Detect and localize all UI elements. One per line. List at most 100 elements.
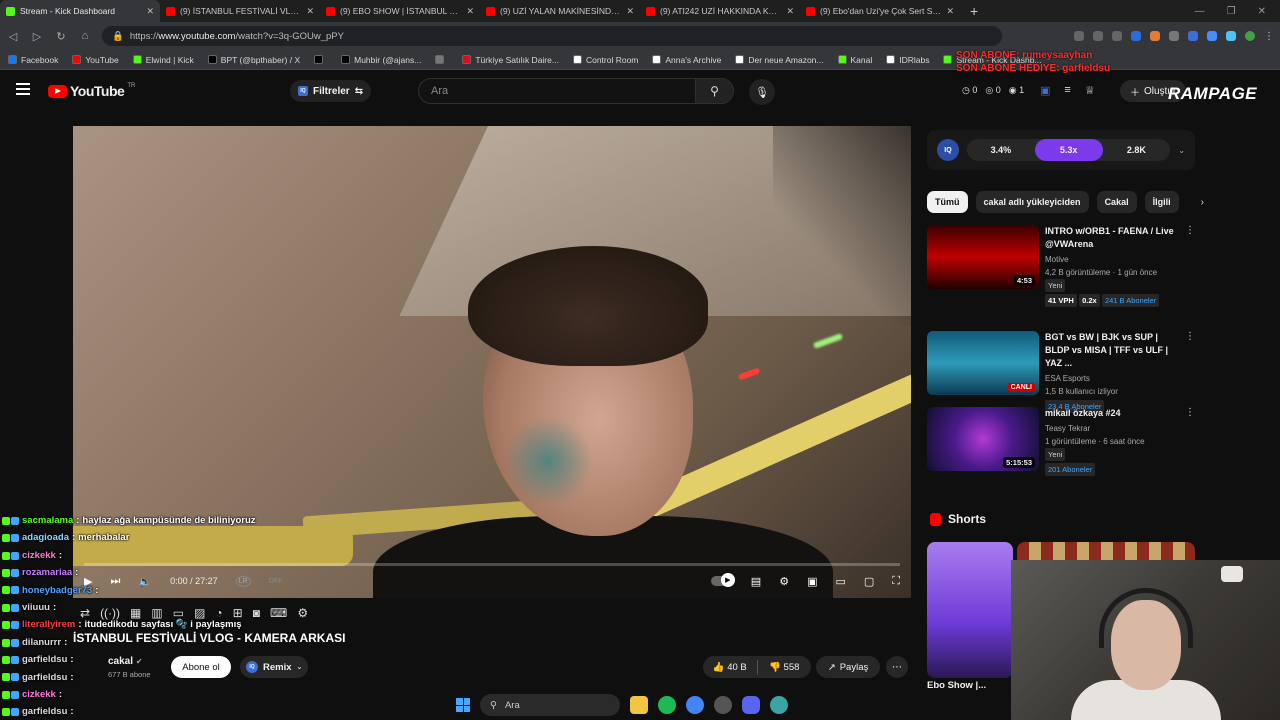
site-info-icon[interactable]: 🔒 <box>112 31 124 42</box>
iq-icon[interactable]: ▣ <box>1040 84 1050 97</box>
puzzle-icon[interactable] <box>1207 31 1217 41</box>
bookmark-item[interactable]: Facebook <box>8 55 58 65</box>
forward-icon[interactable]: ▷ <box>30 30 44 43</box>
extension-icon[interactable] <box>1150 31 1160 41</box>
hamburger-menu-icon[interactable] <box>16 83 30 95</box>
cast-icon[interactable]: ▢ <box>864 575 874 588</box>
chevron-right-icon[interactable]: › <box>1201 197 1204 208</box>
search-input[interactable] <box>419 85 695 97</box>
bookmark-item[interactable] <box>435 55 448 64</box>
more-options-icon[interactable]: ⋮ <box>1185 407 1195 476</box>
bookmark-star-icon[interactable] <box>1112 31 1122 41</box>
maximize-icon[interactable]: ❐ <box>1227 6 1236 17</box>
list-icon[interactable]: ≡ <box>1064 84 1070 97</box>
extension-icon[interactable] <box>1131 31 1141 41</box>
bookmark-item[interactable]: YouTube <box>72 55 119 65</box>
bookmark-item[interactable]: Kanal <box>837 55 872 65</box>
chat-username[interactable]: garfieldsu <box>22 651 67 668</box>
theater-mode-icon[interactable]: ▭ <box>835 575 845 588</box>
browser-tab[interactable]: (9) Ebo'dan Uzi'ye Çok Sert Sözl ✕ <box>800 0 960 22</box>
minimize-icon[interactable]: — <box>1195 6 1205 17</box>
bookmark-item[interactable]: Control Room <box>572 55 638 65</box>
short-title[interactable]: Ebo Show |... <box>927 680 986 691</box>
bookmark-item[interactable]: Der neue Amazon... <box>735 55 824 65</box>
close-tab-icon[interactable]: ✕ <box>466 6 474 17</box>
close-tab-icon[interactable]: ✕ <box>786 6 794 17</box>
bookmark-item[interactable]: BPT (@bpthaber) / X <box>207 55 300 65</box>
settings-gear-icon[interactable]: ⚙ <box>779 575 789 588</box>
chrome-icon[interactable] <box>686 696 704 714</box>
filter-chip[interactable]: cakal adlı yükleyiciden <box>975 191 1089 213</box>
menu-icon[interactable]: ⋮ <box>1264 31 1274 42</box>
chat-username[interactable]: dilanurrr <box>22 634 61 651</box>
video-thumbnail[interactable]: CANLI <box>927 331 1039 395</box>
windows-start-icon[interactable] <box>456 698 470 712</box>
video-title[interactable]: BGT vs BW | BJK vs SUP | BLDP vs MISA | … <box>1045 331 1179 370</box>
fullscreen-icon[interactable]: ⛶ <box>892 575 900 588</box>
bookmark-item[interactable]: Anna's Archive <box>652 55 721 65</box>
short-thumbnail[interactable] <box>927 542 1013 678</box>
chat-username[interactable]: honeybadger73 <box>22 582 92 599</box>
address-field[interactable]: 🔒 https://www.youtube.com/watch?v=3q-GOU… <box>102 26 1002 46</box>
file-explorer-icon[interactable] <box>630 696 648 714</box>
miniplayer-icon[interactable]: ▣ <box>807 575 817 588</box>
bookmark-item[interactable]: Elwind | Kick <box>132 55 194 65</box>
like-button[interactable]: 👍 40 B <box>703 662 757 673</box>
extension-icon[interactable] <box>1169 31 1179 41</box>
recommended-video[interactable]: CANLI BGT vs BW | BJK vs SUP | BLDP vs MI… <box>927 331 1195 413</box>
browser-tab[interactable]: (9) UZİ YALAN MAKİNESİNDE! | ✕ <box>480 0 640 22</box>
bookmark-item[interactable]: Türkiye Satılık Daire... <box>462 55 559 65</box>
video-title[interactable]: INTRO w/ORB1 - FAENA / Live @VWArena <box>1045 225 1179 251</box>
search-button[interactable]: ⚲ <box>695 79 733 103</box>
subtitles-icon[interactable]: ▤ <box>751 575 761 588</box>
globe-icon[interactable] <box>770 696 788 714</box>
close-tab-icon[interactable]: ✕ <box>306 6 314 17</box>
bookmark-item[interactable]: IDRlabs <box>886 55 929 65</box>
filter-chip[interactable]: İlgili <box>1144 191 1179 213</box>
taskbar-search[interactable]: ⚲ Ara <box>480 694 620 716</box>
close-tab-icon[interactable]: ✕ <box>626 6 634 17</box>
back-icon[interactable]: ◁ <box>6 30 20 43</box>
extension-icon[interactable] <box>1188 31 1198 41</box>
download-icon[interactable] <box>1074 31 1084 41</box>
chat-username[interactable]: cizkekk <box>22 686 56 703</box>
video-thumbnail[interactable]: 5:15:53 <box>927 407 1039 471</box>
filter-chip[interactable]: Tümü <box>927 191 968 213</box>
chevron-down-icon[interactable]: ⌄ <box>1178 146 1185 155</box>
bookmark-item[interactable] <box>314 55 327 64</box>
new-tab-button[interactable]: + <box>960 3 988 19</box>
filters-button[interactable]: IQ Filtreler ⇆ <box>290 80 372 102</box>
browser-tab[interactable]: Stream - Kick Dashboard ✕ <box>0 0 160 22</box>
bookmark-item[interactable]: Muhbir (@ajans... <box>341 55 421 65</box>
more-actions-button[interactable]: ⋯ <box>886 656 908 678</box>
video-title[interactable]: mikail özkaya #24 <box>1045 407 1179 420</box>
chat-username[interactable]: sacmalama <box>22 512 73 529</box>
more-options-icon[interactable]: ⋮ <box>1185 225 1195 307</box>
chat-username[interactable]: garfieldsu <box>22 703 67 720</box>
channel-name[interactable]: ESA Esports <box>1045 372 1179 385</box>
more-options-icon[interactable]: ⋮ <box>1185 331 1195 413</box>
short-thumbnail[interactable] <box>1017 542 1195 562</box>
autoplay-toggle[interactable] <box>710 573 735 587</box>
youtube-logo[interactable]: YouTube TR <box>48 83 135 99</box>
filter-chip[interactable]: Cakal <box>1096 191 1137 213</box>
share-icon[interactable] <box>1093 31 1103 41</box>
chat-username[interactable]: literallyirem <box>22 616 75 633</box>
reload-icon[interactable]: ↻ <box>54 30 68 43</box>
extension-icon[interactable] <box>1226 31 1236 41</box>
chat-username[interactable]: viiuuu <box>22 599 50 616</box>
close-tab-icon[interactable]: ✕ <box>146 6 154 17</box>
home-icon[interactable]: ⌂ <box>78 30 92 42</box>
browser-tab[interactable]: (9) EBO SHOW | İSTANBUL FESTİ ✕ <box>320 0 480 22</box>
recommended-video[interactable]: 4:53 INTRO w/ORB1 - FAENA / Live @VWArena… <box>927 225 1195 307</box>
chat-username[interactable]: adagioada <box>22 529 69 546</box>
close-window-icon[interactable]: ✕ <box>1258 6 1266 17</box>
close-tab-icon[interactable]: ✕ <box>946 6 954 17</box>
obs-icon[interactable] <box>714 696 732 714</box>
browser-tab[interactable]: (9) ATI242 UZİ HAKKINDA KONU ✕ <box>640 0 800 22</box>
recommended-video[interactable]: 5:15:53 mikail özkaya #24 Teasy Tekrar 1 gö… <box>927 407 1195 476</box>
dislike-button[interactable]: 👎 558 <box>758 662 812 673</box>
discord-icon[interactable] <box>742 696 760 714</box>
chat-username[interactable]: cizkekk <box>22 547 56 564</box>
channel-name[interactable]: Motive <box>1045 253 1179 266</box>
